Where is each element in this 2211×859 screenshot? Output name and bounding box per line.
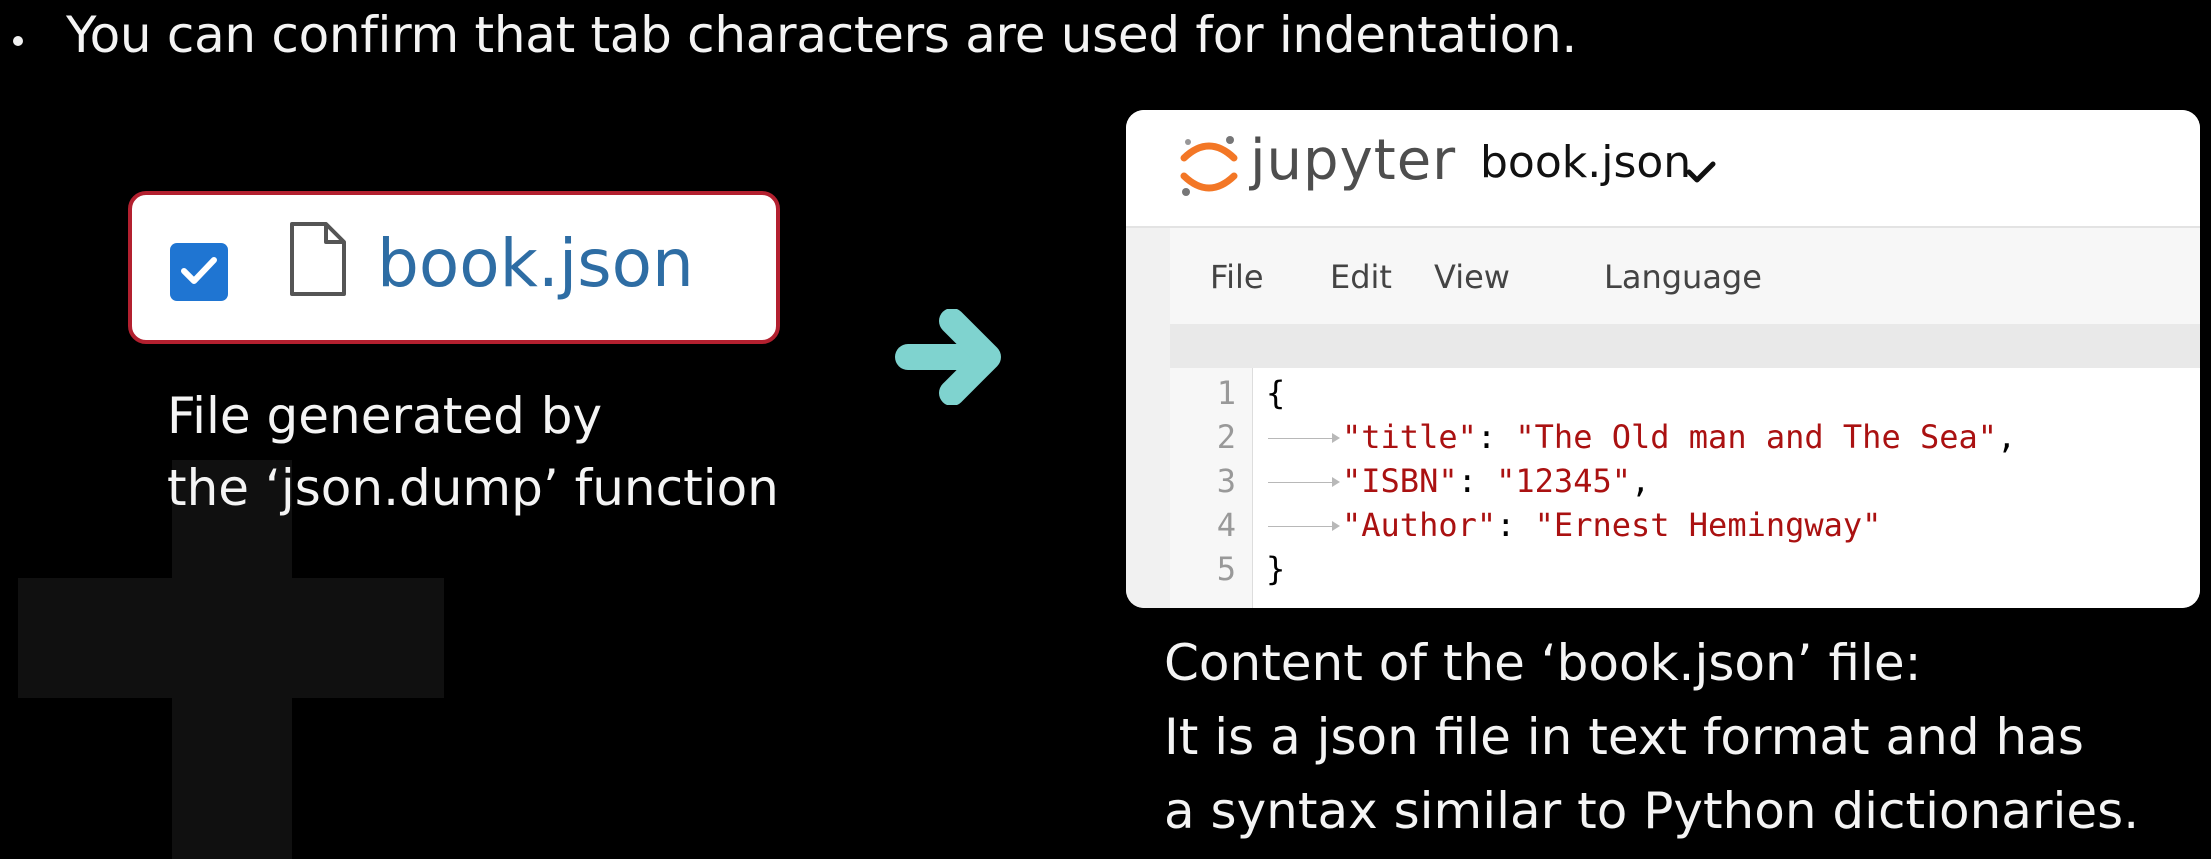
json-separator: : [1476, 418, 1516, 456]
right-caption-line-1: Content of the ‘book.json’ file: [1164, 634, 1922, 692]
json-value: "Ernest Hemingway" [1534, 506, 1882, 544]
line-number: 3 [1216, 462, 1236, 500]
code-text: { [1266, 374, 1286, 412]
file-checkbox[interactable] [170, 243, 228, 301]
json-value: "The Old man and The Sea" [1515, 418, 1998, 456]
menu-bar: File Edit View Language [1170, 228, 2200, 325]
right-caption-line-2: It is a json file in text format and has [1164, 708, 2084, 766]
tab-marker-icon [1266, 429, 1342, 449]
slide: You can confirm that tab characters are … [0, 0, 2211, 859]
left-sidebar [1126, 228, 1170, 608]
bullet-text: You can confirm that tab characters are … [66, 6, 1577, 64]
left-caption-line-1: File generated by [167, 387, 603, 445]
json-end: , [1997, 418, 2017, 456]
json-key: "title" [1342, 418, 1477, 456]
line-number: 2 [1216, 418, 1236, 456]
background-cross-horizontal [18, 578, 444, 698]
line-number: 5 [1216, 550, 1236, 588]
left-caption-line-2: the ‘json.dump’ function [167, 459, 779, 517]
file-icon [290, 222, 346, 296]
menu-file[interactable]: File [1210, 258, 1264, 296]
right-caption-line-3: a syntax similar to Python dictionaries. [1164, 782, 2140, 840]
jupyter-editor-window: jupyter book.json File Edit View Languag… [1126, 110, 2200, 608]
menu-language[interactable]: Language [1604, 258, 1762, 296]
json-value: "12345" [1496, 462, 1631, 500]
right-caption: Content of the ‘book.json’ file: It is a… [1164, 626, 2139, 848]
code-editor[interactable]: 1 { 2 "title": "The Old man and The Sea"… [1170, 368, 2200, 608]
bullet-dot-icon [13, 36, 23, 46]
saved-check-icon [1686, 161, 1716, 183]
notebook-filename[interactable]: book.json [1480, 137, 1691, 188]
json-key: "ISBN" [1342, 462, 1458, 500]
code-line: { [1266, 374, 1285, 412]
file-entry[interactable]: book.json [128, 191, 780, 344]
jupyter-brand: jupyter [1250, 128, 1457, 193]
file-name-link[interactable]: book.json [377, 225, 694, 302]
code-line: } [1266, 550, 1285, 588]
code-line: "ISBN": "12345", [1266, 462, 1650, 500]
json-separator: : [1457, 462, 1497, 500]
line-number: 4 [1216, 506, 1236, 544]
code-line: "title": "The Old man and The Sea", [1266, 418, 2016, 456]
menu-view[interactable]: View [1434, 258, 1510, 296]
right-arrow-icon [895, 309, 1001, 405]
tab-marker-icon [1266, 517, 1342, 537]
line-number: 1 [1216, 374, 1236, 412]
toolbar-strip [1170, 324, 2200, 368]
menu-edit[interactable]: Edit [1330, 258, 1392, 296]
tab-marker-icon [1266, 473, 1342, 493]
json-end: , [1630, 462, 1651, 500]
checkmark-icon [181, 257, 217, 284]
left-caption: File generated by the ‘json.dump’ functi… [167, 380, 779, 524]
code-line: "Author": "Ernest Hemingway" [1266, 506, 1881, 544]
jupyter-logo-icon [1180, 136, 1238, 196]
code-text: } [1266, 550, 1286, 588]
json-separator: : [1496, 506, 1535, 544]
json-key: "Author" [1342, 506, 1497, 544]
jupyter-header: jupyter book.json [1126, 110, 2200, 228]
